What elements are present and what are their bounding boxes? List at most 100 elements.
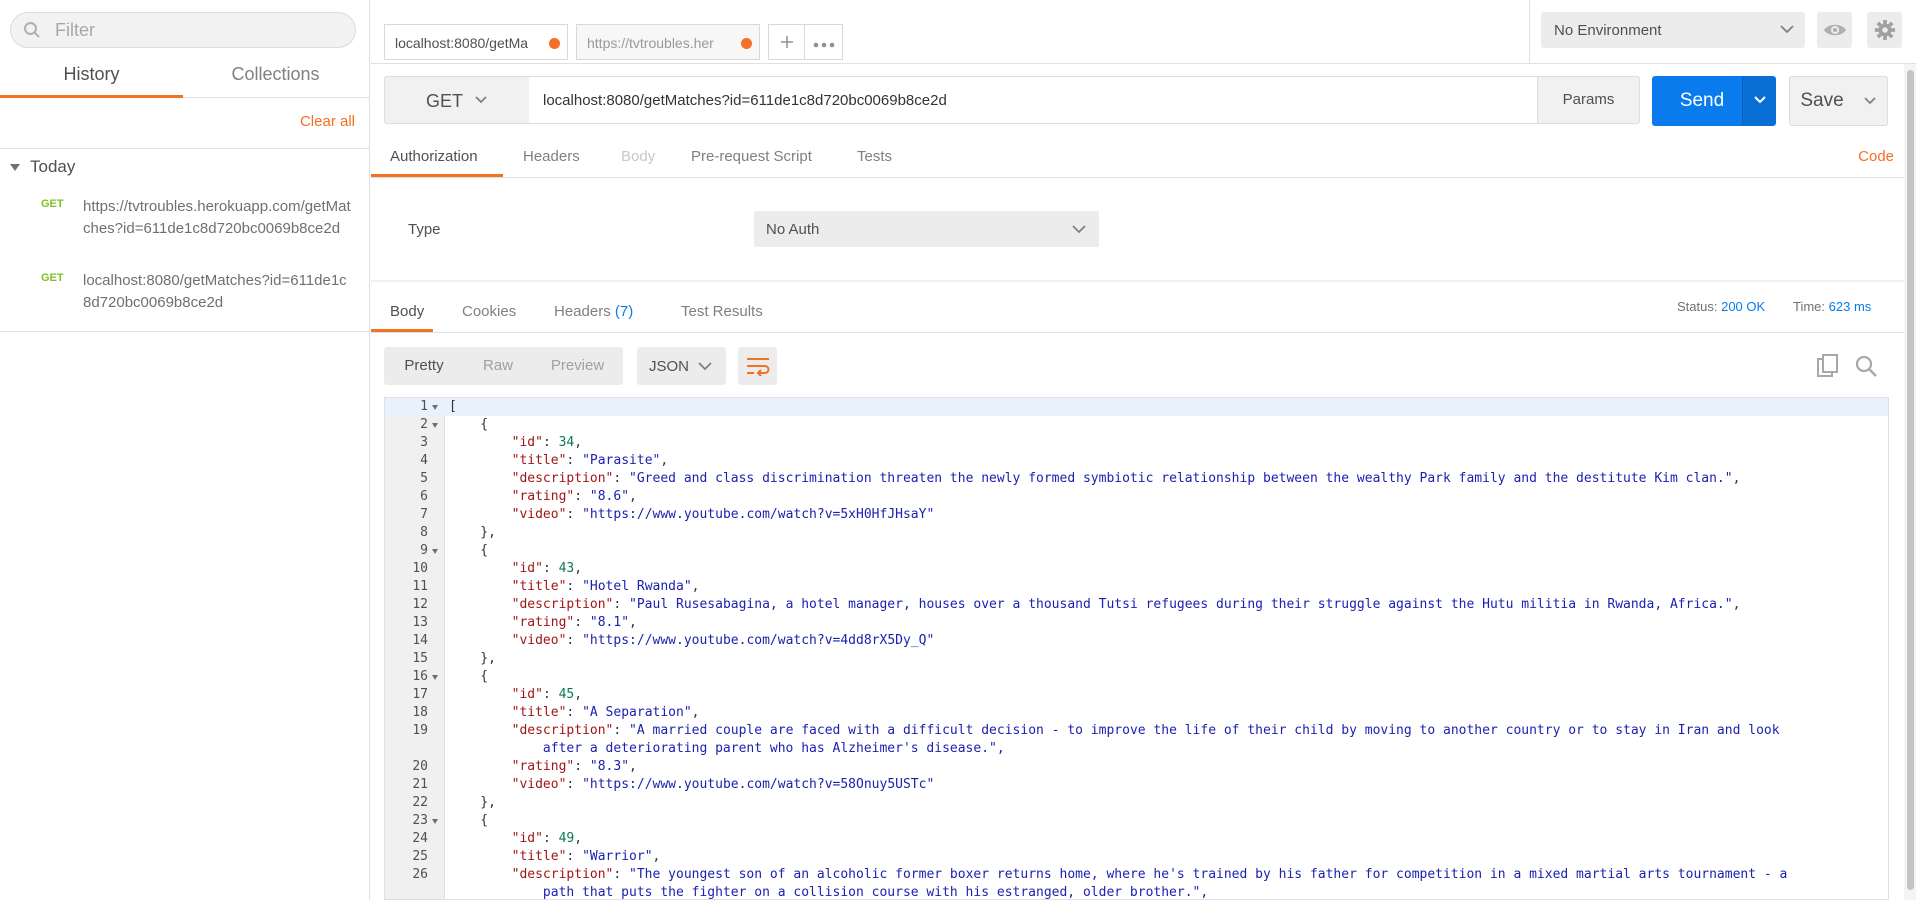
line-number: 7: [420, 507, 428, 522]
line-number: 16: [412, 669, 428, 684]
history-group-today[interactable]: Today: [10, 157, 75, 177]
url-input[interactable]: [529, 76, 1538, 124]
status-value: 200 OK: [1721, 299, 1766, 314]
tab-response-headers[interactable]: Headers (7): [554, 303, 633, 320]
send-options-button[interactable]: [1742, 76, 1776, 126]
params-button[interactable]: Params: [1537, 76, 1640, 124]
status-label: Status:: [1677, 299, 1718, 314]
code-line: 15 },: [385, 650, 1888, 668]
line-number: 2: [420, 417, 428, 432]
code-line: 5 "description": "Greed and class discri…: [385, 470, 1888, 488]
view-mode-group: Pretty Raw Preview: [384, 347, 623, 385]
code-line: 18 "title": "A Separation",: [385, 704, 1888, 722]
code-line: 9 {: [385, 542, 1888, 560]
code-text: "rating": "8.6",: [511, 489, 637, 504]
request-tab[interactable]: https://tvtroubles.her: [576, 24, 760, 60]
line-number: 5: [420, 471, 428, 486]
more-tabs-button[interactable]: [804, 24, 843, 60]
history-item-url: localhost:8080/getMatches?id=611de1c8d72…: [83, 272, 347, 311]
more-horizontal-icon: [813, 42, 834, 48]
copy-icon[interactable]: [1816, 354, 1840, 381]
tab-response-cookies[interactable]: Cookies: [462, 303, 516, 320]
fold-arrow-icon[interactable]: [432, 819, 438, 824]
fold-arrow-icon[interactable]: [432, 549, 438, 554]
search-icon: [23, 21, 41, 39]
line-number: 18: [412, 705, 428, 720]
request-tab[interactable]: localhost:8080/getMa: [384, 24, 568, 60]
headers-count-badge: (7): [614, 303, 634, 320]
chevron-down-icon: [1864, 97, 1876, 105]
code-line: 10 "id": 43,: [385, 560, 1888, 578]
view-pretty-button[interactable]: Pretty: [384, 347, 464, 385]
tab-tests[interactable]: Tests: [857, 148, 892, 165]
filter-input[interactable]: [55, 19, 345, 41]
send-button[interactable]: Send: [1652, 76, 1752, 126]
history-item[interactable]: GET https://tvtroubles.herokuapp.com/get…: [0, 196, 369, 262]
environment-quick-look-button[interactable]: [1817, 12, 1852, 48]
tab-test-results[interactable]: Test Results: [681, 303, 763, 320]
settings-button[interactable]: [1867, 12, 1902, 48]
save-options-button[interactable]: [1854, 76, 1888, 126]
wrap-lines-button[interactable]: [738, 347, 777, 385]
unsaved-dot-icon: [741, 38, 752, 49]
line-number: 19: [412, 723, 428, 738]
environment-select[interactable]: No Environment: [1541, 12, 1805, 48]
code-text: after a deteriorating parent who has Alz…: [449, 741, 1005, 756]
code-text: "title": "Warrior",: [511, 849, 661, 864]
code-line: 26 "description": "The youngest son of a…: [385, 866, 1888, 884]
auth-type-select[interactable]: No Auth: [754, 211, 1099, 247]
tab-response-body[interactable]: Body: [390, 303, 424, 320]
history-item[interactable]: GET localhost:8080/getMatches?id=611de1c…: [0, 270, 369, 314]
new-tab-button[interactable]: [768, 24, 805, 60]
view-raw-button[interactable]: Raw: [464, 347, 532, 385]
code-line: 19 "description": "A married couple are …: [385, 722, 1888, 740]
line-number: 15: [412, 651, 428, 666]
plus-icon: [780, 36, 793, 48]
view-preview-button[interactable]: Preview: [532, 347, 623, 385]
code-line: 4 "title": "Parasite",: [385, 452, 1888, 470]
code-text: {: [449, 543, 489, 558]
code-line: 20 "rating": "8.3",: [385, 758, 1888, 776]
time-label: Time:: [1793, 299, 1826, 314]
code-text: "description": "A married couple are fac…: [511, 723, 1780, 738]
response-status: Status: 200 OK: [1677, 299, 1765, 314]
unsaved-dot-icon: [549, 38, 560, 49]
save-button[interactable]: Save: [1789, 76, 1855, 126]
code-line: 23 {: [385, 812, 1888, 830]
tab-body[interactable]: Body: [621, 148, 655, 165]
tab-headers[interactable]: Headers: [523, 148, 580, 165]
fold-arrow-icon[interactable]: [432, 423, 438, 428]
format-select[interactable]: JSON: [637, 347, 726, 385]
active-tab-indicator: [371, 174, 503, 177]
code-text: "rating": "8.1",: [511, 615, 637, 630]
code-text: "id": 49,: [511, 831, 583, 846]
response-body-viewer[interactable]: 1[2 {3 "id": 34, 4 "title": "Parasite", 5 …: [384, 397, 1889, 900]
tab-collections[interactable]: Collections: [184, 58, 367, 98]
fold-arrow-icon[interactable]: [432, 675, 438, 680]
code-line: path that puts the fighter on a collisio…: [385, 884, 1888, 899]
code-text: "title": "Parasite",: [511, 453, 669, 468]
scrollbar[interactable]: [1904, 64, 1916, 900]
tab-label: Headers: [554, 303, 611, 320]
divider: [0, 331, 369, 332]
tab-authorization[interactable]: Authorization: [390, 148, 478, 165]
code-line: after a deteriorating parent who has Alz…: [385, 740, 1888, 758]
code-text: },: [449, 525, 496, 540]
line-number: 6: [420, 489, 428, 504]
filter-box[interactable]: [10, 12, 356, 48]
code-line: 17 "id": 45,: [385, 686, 1888, 704]
active-tab-indicator: [371, 329, 433, 332]
fold-arrow-icon[interactable]: [432, 405, 438, 410]
chevron-down-icon: [475, 96, 487, 104]
scrollbar-thumb[interactable]: [1907, 70, 1914, 890]
clear-all-link[interactable]: Clear all: [300, 113, 355, 130]
search-icon[interactable]: [1854, 354, 1878, 381]
code-link[interactable]: Code: [1858, 148, 1894, 165]
tab-pre-request-script[interactable]: Pre-request Script: [691, 148, 812, 165]
chevron-down-icon: [698, 362, 712, 371]
code-line: 11 "title": "Hotel Rwanda",: [385, 578, 1888, 596]
method-select[interactable]: GET: [384, 76, 530, 124]
tab-history[interactable]: History: [0, 58, 183, 98]
code-text: "video": "https://www.youtube.com/watch?…: [511, 507, 935, 522]
code-line: 22 },: [385, 794, 1888, 812]
